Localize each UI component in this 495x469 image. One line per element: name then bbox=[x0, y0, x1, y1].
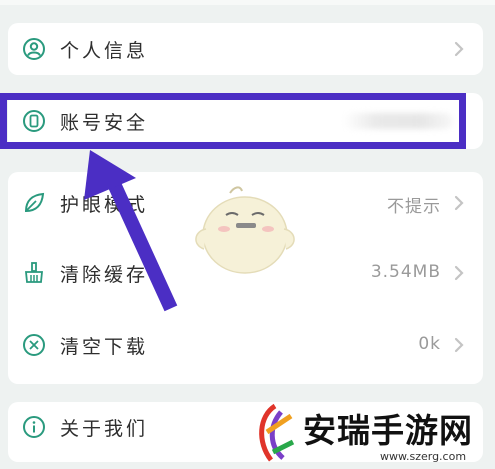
settings-item-label: 关于我们 bbox=[60, 418, 149, 440]
site-watermark: 安瑞手游网 www.szerg.com bbox=[245, 398, 495, 469]
chevron-right-icon bbox=[451, 194, 467, 212]
settings-item-label: 个人信息 bbox=[60, 40, 149, 62]
downloads-value: 0k bbox=[418, 334, 441, 354]
clear-download-icon bbox=[22, 333, 46, 357]
info-icon bbox=[22, 415, 46, 439]
chevron-right-icon bbox=[451, 336, 467, 354]
profile-card: 个人信息 bbox=[8, 23, 483, 75]
settings-item-clear-downloads[interactable]: 清空下载 0k bbox=[8, 320, 483, 370]
mascot-chick-illustration bbox=[195, 186, 295, 274]
person-icon bbox=[22, 37, 46, 61]
leaf-icon bbox=[22, 191, 46, 215]
watermark-logo bbox=[259, 403, 295, 462]
chevron-right-icon bbox=[451, 264, 467, 282]
settings-item-label: 护眼模式 bbox=[60, 194, 149, 216]
broom-icon bbox=[22, 261, 46, 285]
chevron-right-icon bbox=[451, 40, 467, 58]
eye-mode-value: 不提示 bbox=[387, 197, 441, 217]
highlight-box bbox=[0, 93, 466, 149]
cache-size-value: 3.54MB bbox=[370, 262, 441, 282]
settings-item-profile[interactable]: 个人信息 bbox=[8, 24, 483, 74]
watermark-site-name: 安瑞手游网 bbox=[303, 411, 473, 450]
watermark-url: www.szerg.com bbox=[380, 450, 467, 463]
settings-item-label: 清空下载 bbox=[60, 336, 149, 358]
settings-item-label: 清除缓存 bbox=[60, 264, 149, 286]
top-strip bbox=[0, 0, 495, 5]
